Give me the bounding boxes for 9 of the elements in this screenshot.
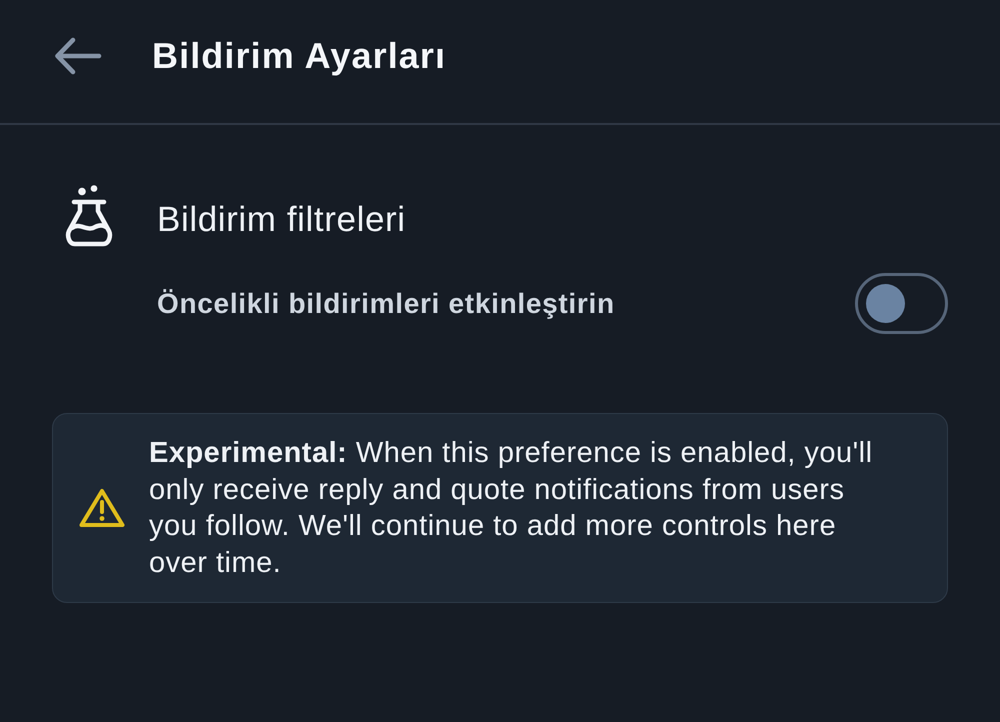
notice-text: Experimental: When this preference is enabled, you'll only receive reply and quote notifications from users you follow. We'll continue to add more controls here over time.: [149, 436, 874, 580]
section-title: Bildirim filtreleri: [157, 200, 406, 240]
warning-icon: [79, 488, 125, 528]
back-button[interactable]: [54, 36, 102, 74]
page-title: Bildirim Ayarları: [152, 34, 446, 76]
toggle-switch[interactable]: [855, 273, 948, 334]
flask-icon: [65, 185, 113, 249]
back-arrow-icon: [54, 36, 102, 74]
setting-label: Öncelikli bildirimleri etkinleştirin: [157, 288, 615, 320]
